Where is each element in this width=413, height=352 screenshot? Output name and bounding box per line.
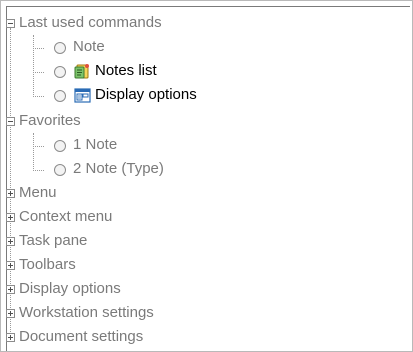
tree-node-label: Task pane (19, 232, 88, 249)
notes-list-icon (74, 64, 89, 79)
tree-item-display-options[interactable]: Display options (0, 84, 400, 108)
display-options-icon (74, 88, 91, 103)
tree-item-2-note-type[interactable]: 2 Note (Type) (0, 158, 400, 182)
radio-button[interactable] (54, 140, 66, 152)
tree-item-notes-list[interactable]: Notes list (0, 60, 400, 84)
radio-button[interactable] (54, 90, 66, 102)
radio-button[interactable] (54, 42, 66, 54)
tree-item-label: 2 Note (Type) (73, 160, 164, 177)
tree-node-task-pane[interactable]: Task pane (0, 230, 400, 254)
tree-node-label: Favorites (19, 112, 81, 129)
tree-node-menu[interactable]: Menu (0, 182, 400, 206)
expand-icon[interactable] (6, 237, 15, 246)
radio-button[interactable] (54, 164, 66, 176)
tree-node-label: Workstation settings (19, 304, 154, 321)
tree-node-label: Display options (19, 280, 121, 297)
tree-node-label: Context menu (19, 208, 113, 225)
radio-button[interactable] (54, 66, 66, 78)
tree-item-label: Note (73, 38, 105, 55)
tree-item-label: Display options (95, 86, 197, 103)
tree-item-label: Notes list (95, 62, 157, 79)
tree-node-workstation-settings[interactable]: Workstation settings (0, 302, 400, 326)
tree-item-label: 1 Note (73, 136, 118, 153)
expand-icon[interactable] (6, 333, 15, 342)
command-tree: Last used commands Note Notes list Displ… (0, 0, 413, 352)
tree-node-toolbars[interactable]: Toolbars (0, 254, 400, 278)
expand-icon[interactable] (6, 213, 15, 222)
tree-node-label: Document settings (19, 328, 144, 345)
collapse-icon[interactable] (6, 19, 15, 28)
tree-node-context-menu[interactable]: Context menu (0, 206, 400, 230)
tree-node-favorites[interactable]: Favorites (0, 110, 400, 134)
collapse-icon[interactable] (6, 117, 15, 126)
tree-node-display-options[interactable]: Display options (0, 278, 400, 302)
expand-icon[interactable] (6, 189, 15, 198)
tree-item-note[interactable]: Note (0, 36, 400, 60)
tree-node-document-settings[interactable]: Document settings (0, 326, 400, 350)
tree-node-label: Menu (19, 184, 57, 201)
tree-item-1-note[interactable]: 1 Note (0, 134, 400, 158)
tree-node-last-used-commands[interactable]: Last used commands (0, 12, 400, 36)
expand-icon[interactable] (6, 261, 15, 270)
expand-icon[interactable] (6, 309, 15, 318)
tree-node-label: Last used commands (19, 14, 162, 31)
tree-node-label: Toolbars (19, 256, 76, 273)
expand-icon[interactable] (6, 285, 15, 294)
